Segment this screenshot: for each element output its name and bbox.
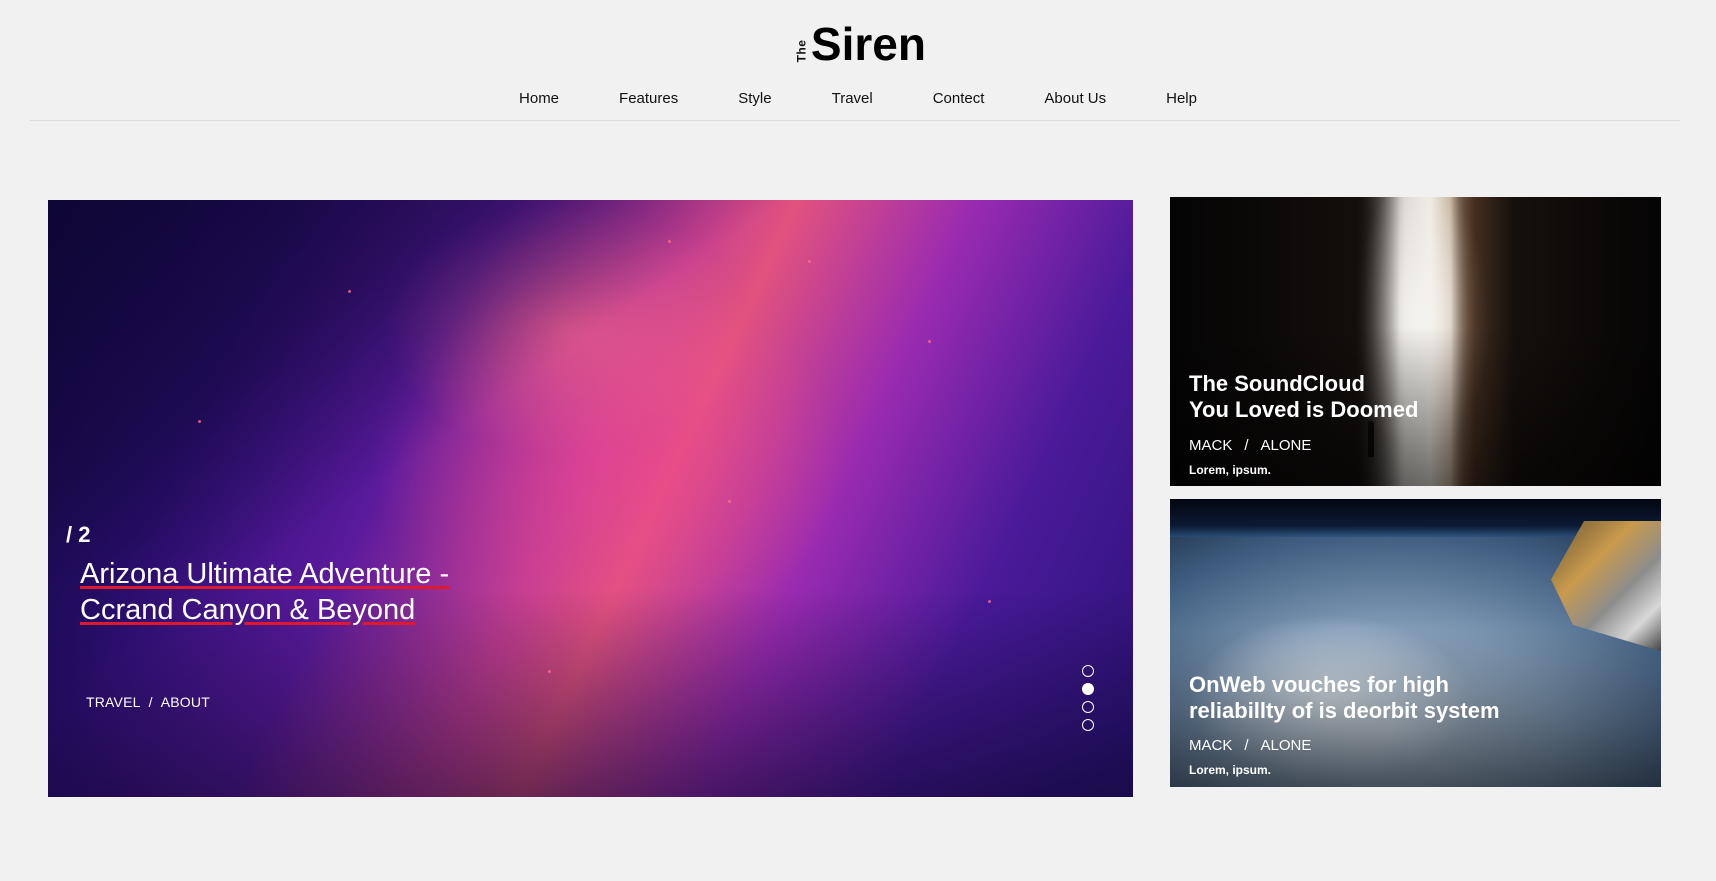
- hero-tag-link[interactable]: ABOUT: [161, 694, 210, 710]
- card-title[interactable]: OnWeb vouches for high reliabillty of is…: [1189, 672, 1569, 724]
- card-title[interactable]: The SoundCloud You Loved is Doomed: [1189, 371, 1569, 423]
- slider-dot-4[interactable]: [1082, 719, 1094, 731]
- site-logo[interactable]: The Siren: [0, 18, 1716, 70]
- post-card-soundcloud[interactable]: The SoundCloud You Loved is Doomed MACK /…: [1170, 197, 1661, 486]
- logo-the-text: The: [794, 39, 809, 63]
- nav-item-about-us[interactable]: About Us: [1014, 86, 1136, 111]
- hero-image-overlay: [48, 200, 1133, 797]
- card-meta-separator: /: [1244, 737, 1249, 754]
- nav-item-travel[interactable]: Travel: [802, 86, 903, 111]
- card-title-line-1: The SoundCloud: [1189, 371, 1365, 396]
- hero-title-line-1[interactable]: Arizona Ultimate Adventure -: [80, 558, 449, 590]
- card-author-link[interactable]: MACK: [1189, 437, 1232, 454]
- card-meta: MACK / ALONE: [1189, 737, 1311, 754]
- header-divider: [30, 120, 1680, 121]
- card-tag-link[interactable]: ALONE: [1261, 437, 1312, 454]
- card-excerpt: Lorem, ipsum.: [1189, 463, 1272, 477]
- nav-item-contect[interactable]: Contect: [903, 86, 1015, 111]
- hero-slider[interactable]: / 2 Arizona Ultimate Adventure - Ccrand …: [48, 200, 1133, 797]
- nav-item-style[interactable]: Style: [708, 86, 801, 111]
- hero-image-speck: [808, 260, 811, 263]
- card-tag-link[interactable]: ALONE: [1261, 737, 1312, 754]
- slider-dot-1[interactable]: [1082, 665, 1094, 677]
- hero-title-line-2[interactable]: Ccrand Canyon & Beyond: [80, 594, 415, 626]
- nav-item-help[interactable]: Help: [1136, 86, 1227, 111]
- card-author-link[interactable]: MACK: [1189, 737, 1232, 754]
- hero-image-speck: [988, 600, 991, 603]
- card-meta: MACK / ALONE: [1189, 437, 1311, 454]
- nav-item-features[interactable]: Features: [589, 86, 708, 111]
- slide-counter: / 2: [66, 522, 91, 547]
- nav-item-home[interactable]: Home: [489, 86, 589, 111]
- slider-dot-3[interactable]: [1082, 701, 1094, 713]
- slider-pagination: [1082, 665, 1094, 731]
- card-title-line-2: You Loved is Doomed: [1189, 397, 1419, 422]
- post-card-onweb[interactable]: OnWeb vouches for high reliabillty of is…: [1170, 499, 1661, 787]
- slider-dot-2-active[interactable]: [1082, 683, 1094, 695]
- main-navigation: Home Features Style Travel Contect About…: [0, 86, 1716, 111]
- card-title-line-2: reliabillty of is deorbit system: [1189, 698, 1500, 723]
- hero-meta: TRAVEL / ABOUT: [86, 694, 210, 710]
- hero-image-speck: [548, 670, 551, 673]
- hero-image-speck: [198, 420, 201, 423]
- hero-image-speck: [668, 240, 671, 243]
- card-title-line-1: OnWeb vouches for high: [1189, 672, 1449, 697]
- hero-title[interactable]: Arizona Ultimate Adventure - Ccrand Cany…: [80, 556, 540, 628]
- hero-category-link[interactable]: TRAVEL: [86, 694, 141, 710]
- card-meta-separator: /: [1244, 437, 1249, 454]
- card-excerpt: Lorem, ipsum.: [1189, 763, 1272, 777]
- hero-image-speck: [348, 290, 351, 293]
- hero-meta-separator: /: [148, 694, 153, 710]
- logo-name-text: Siren: [810, 18, 926, 70]
- hero-image-speck: [928, 340, 931, 343]
- hero-image-speck: [728, 500, 731, 503]
